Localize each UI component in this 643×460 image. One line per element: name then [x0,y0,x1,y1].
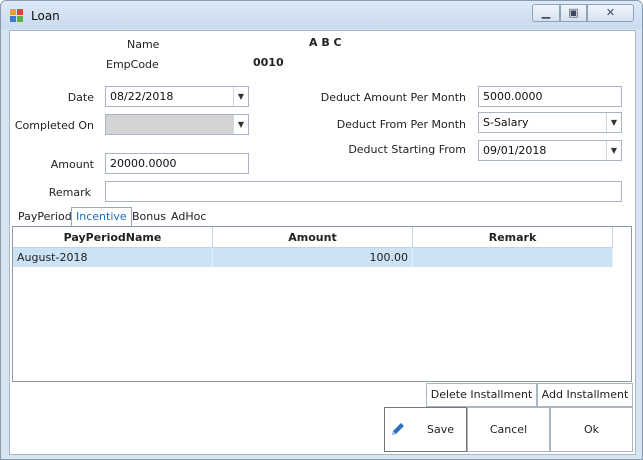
cell-remark [413,248,613,267]
pencil-icon [392,423,404,435]
completed-on-label: Completed On [14,119,94,132]
column-header-payperiodname[interactable]: PayPeriodName [13,227,213,248]
deduct-from-value: S-Salary [483,116,529,129]
chevron-down-icon[interactable]: ▼ [606,113,621,132]
column-header-remark[interactable]: Remark [413,227,613,248]
completed-on-picker[interactable]: ▼ [105,114,249,135]
empcode-label: EmpCode [106,58,159,71]
ok-button[interactable]: Ok [550,407,633,452]
deduct-start-value: 09/01/2018 [483,144,547,157]
amount-value: 20000.0000 [110,157,177,170]
add-installment-button[interactable]: Add Installment [537,383,633,407]
column-header-amount[interactable]: Amount [213,227,413,248]
chevron-down-icon[interactable]: ▼ [233,115,248,134]
delete-installment-button[interactable]: Delete Installment [426,383,537,407]
remark-input[interactable] [105,181,622,202]
chevron-down-icon[interactable]: ▼ [606,141,621,160]
tab-incentive[interactable]: Incentive [71,207,132,226]
window-title: Loan [31,9,60,23]
deduct-start-picker[interactable]: 09/01/2018 ▼ [478,140,622,161]
date-picker[interactable]: 08/22/2018 ▼ [105,86,249,107]
deduct-amount-label: Deduct Amount Per Month [320,91,466,104]
name-value: A B C [309,36,342,49]
chevron-down-icon[interactable]: ▼ [233,87,248,106]
loan-window: Loan ▁ ▣ ✕ Name A B C EmpCode 0010 Date … [0,0,643,460]
save-button[interactable]: Save [384,407,467,452]
close-button[interactable]: ✕ [587,4,634,22]
deduct-amount-input[interactable]: 5000.0000 [478,86,622,107]
name-label: Name [127,38,160,51]
tab-bonus[interactable]: Bonus [128,208,170,225]
remark-label: Remark [48,186,91,199]
maximize-icon: ▣ [568,6,579,19]
close-icon: ✕ [605,6,616,19]
cell-amount: 100.00 [213,248,413,267]
amount-input[interactable]: 20000.0000 [105,153,249,174]
tab-payperiod[interactable]: PayPeriod [14,208,76,225]
amount-label: Amount [50,158,94,171]
installment-grid: PayPeriodName Amount Remark August-2018 … [12,226,632,382]
cell-payperiod: August-2018 [13,248,213,267]
deduct-amount-value: 5000.0000 [483,90,543,103]
maximize-button[interactable]: ▣ [560,4,587,22]
deduct-from-label: Deduct From Per Month [336,118,466,131]
empcode-value: 0010 [253,56,284,69]
title-bar: Loan ▁ ▣ ✕ [1,1,642,29]
form-body: Name A B C EmpCode 0010 Date 08/22/2018 … [9,30,636,455]
table-row[interactable]: August-2018 100.00 [13,248,613,267]
tab-adhoc[interactable]: AdHoc [167,208,210,225]
deduct-from-select[interactable]: S-Salary ▼ [478,112,622,133]
save-label: Save [426,423,454,436]
form-icon [10,9,23,22]
minimize-icon: ▁ [541,6,551,19]
minimize-button[interactable]: ▁ [532,4,560,22]
cancel-button[interactable]: Cancel [467,407,550,452]
date-value: 08/22/2018 [110,90,174,103]
date-label: Date [67,91,94,104]
deduct-start-label: Deduct Starting From [348,143,466,156]
